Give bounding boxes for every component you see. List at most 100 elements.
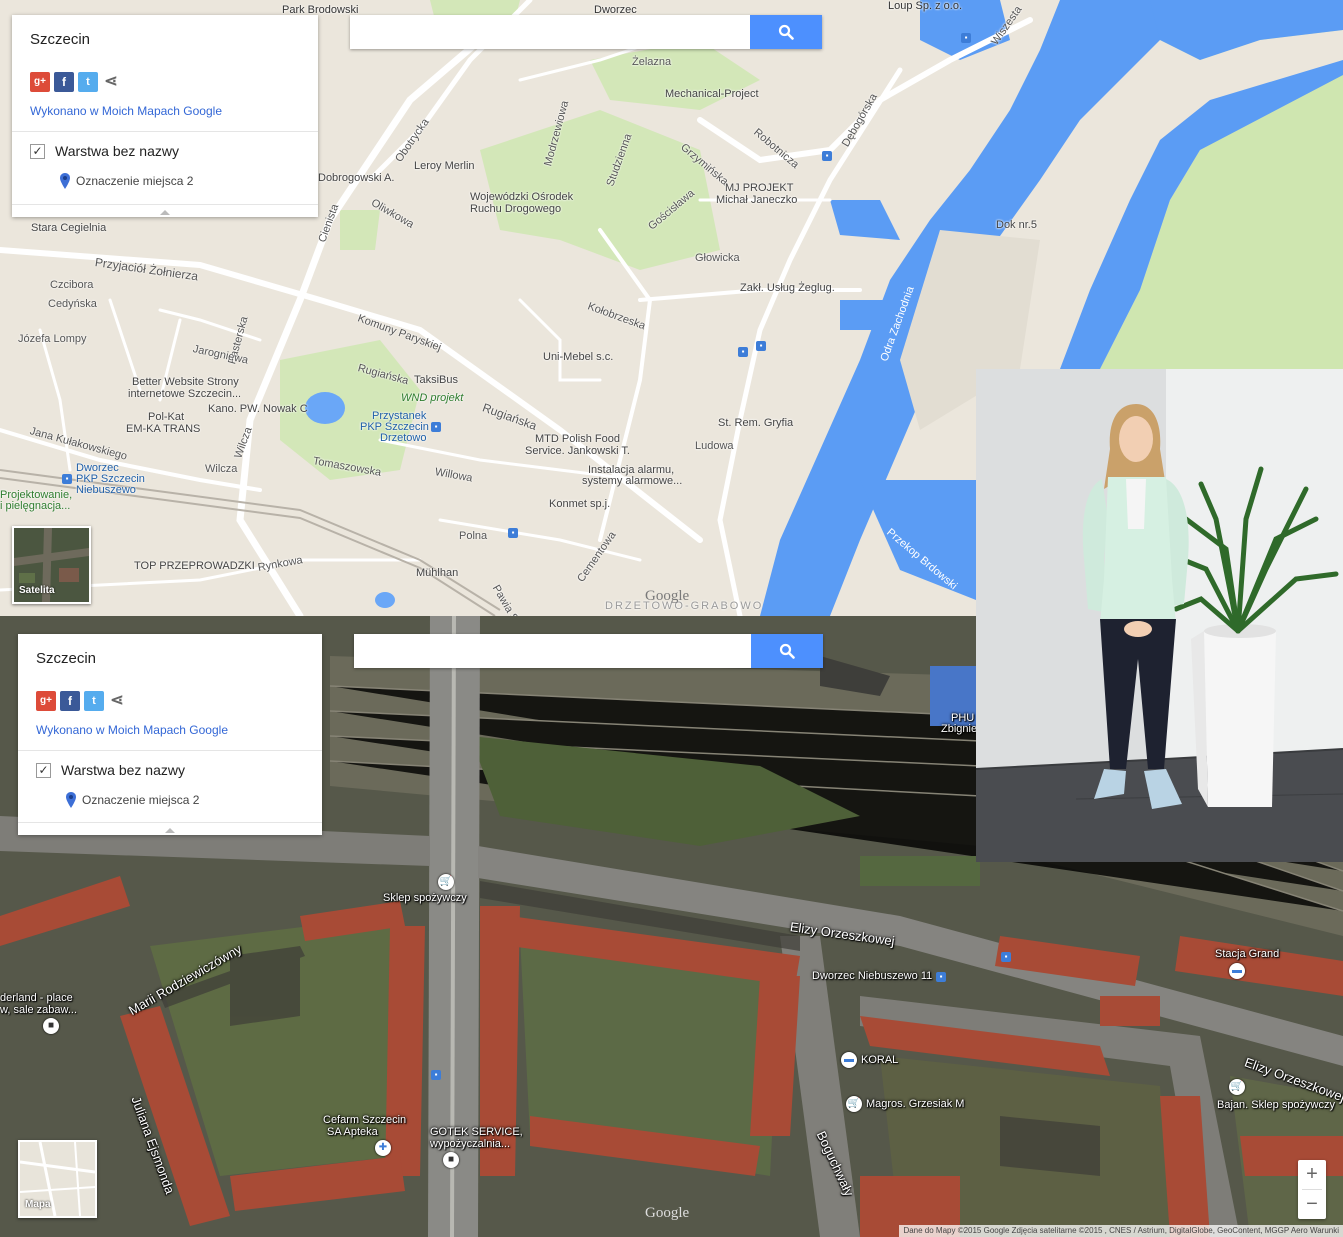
share-icon[interactable]: ⋖ bbox=[102, 72, 120, 92]
label-instalacja-2: systemy alarmowe... bbox=[582, 475, 683, 487]
sat-label-wonderland-2: w, sale zabaw... bbox=[0, 1004, 78, 1016]
label-projektowanie-2: i pielęgnacja... bbox=[0, 500, 71, 512]
hotel-icon[interactable]: ▬ bbox=[1229, 963, 1245, 979]
label-dobrogowski: Dobrogowski A. bbox=[318, 172, 395, 184]
label-glowicka: Głowicka bbox=[695, 252, 740, 264]
map-attribution[interactable]: Dane do Mapy ©2015 Google Zdjęcia sateli… bbox=[899, 1225, 1343, 1237]
place-icon[interactable]: ■ bbox=[443, 1152, 459, 1168]
twitter-button[interactable]: t bbox=[78, 72, 98, 92]
sat-label-gotek-2: wypożyczalnia... bbox=[430, 1138, 511, 1150]
my-maps-panel: Szczecin g+ f t ⋖ Wykonano w Moich Mapac… bbox=[12, 15, 318, 217]
shop-icon[interactable]: 🛒 bbox=[1229, 1079, 1245, 1095]
sat-label-cefarm-2: SA Apteka bbox=[327, 1126, 378, 1138]
shop-icon[interactable]: 🛒 bbox=[846, 1096, 862, 1112]
label-michal-janeczko: Michał Janeczko bbox=[716, 194, 798, 206]
search-button[interactable] bbox=[751, 634, 823, 668]
placemark-label: Oznaczenie miejsca 2 bbox=[82, 793, 200, 807]
label-jozefa-lompy: Józefa Lompy bbox=[18, 333, 87, 345]
label-czcibora: Czcibora bbox=[50, 279, 94, 291]
search-input[interactable] bbox=[350, 15, 750, 49]
transit-icon: ▪ bbox=[1001, 952, 1011, 962]
layer-name: Warstwa bez nazwy bbox=[55, 143, 179, 159]
transit-icon: ▪ bbox=[508, 528, 518, 538]
sat-label-gotek-1: GOTEK SERVICE, bbox=[430, 1126, 523, 1138]
map-title: Szczecin bbox=[30, 31, 91, 48]
google-plus-button[interactable]: g+ bbox=[36, 691, 56, 711]
placemark-item[interactable]: Oznaczenie miejsca 2 bbox=[66, 792, 199, 808]
map-label: Mapa bbox=[25, 1199, 51, 1210]
label-leroy-merlin: Leroy Merlin bbox=[414, 160, 475, 172]
made-with-my-maps-link[interactable]: Wykonano w Moich Mapach Google bbox=[36, 723, 228, 737]
zoom-in-button[interactable]: + bbox=[1298, 1160, 1326, 1189]
label-kano: Kano. PW. Nowak C bbox=[208, 403, 308, 415]
checkbox-icon[interactable]: ✓ bbox=[36, 762, 51, 778]
hotel-icon[interactable]: ▬ bbox=[841, 1052, 857, 1068]
my-maps-panel-satellite: Szczecin g+ f t ⋖ Wykonano w Moich Mapac… bbox=[18, 634, 322, 835]
label-dok: Dok nr.5 bbox=[996, 219, 1037, 231]
checkbox-icon[interactable]: ✓ bbox=[30, 143, 45, 159]
label-better-2: internetowe Szczecin... bbox=[128, 388, 242, 400]
collapse-icon[interactable] bbox=[160, 210, 170, 215]
facebook-button[interactable]: f bbox=[54, 72, 74, 92]
layer-row[interactable]: ✓ Warstwa bez nazwy bbox=[36, 762, 185, 778]
search-icon bbox=[778, 24, 794, 40]
sat-label-phu-2: Zbignie bbox=[941, 723, 978, 735]
zoom-control: + − bbox=[1298, 1160, 1326, 1219]
google-logo: Google bbox=[645, 1205, 690, 1221]
label-wnd-projekt: WND projekt bbox=[401, 392, 464, 404]
transit-icon: ▪ bbox=[62, 474, 72, 484]
label-mj-projekt: MJ PROJEKT bbox=[725, 182, 794, 194]
made-with-my-maps-link[interactable]: Wykonano w Moich Mapach Google bbox=[30, 104, 222, 118]
label-konmet: Konmet sp.j. bbox=[549, 498, 611, 510]
sat-label-koral: KORAL bbox=[861, 1054, 899, 1066]
share-bar: g+ f t ⋖ bbox=[30, 72, 120, 92]
placemark-pin-icon bbox=[60, 173, 70, 189]
search-input[interactable] bbox=[354, 634, 751, 668]
label-cedynska: Cedyńska bbox=[48, 298, 97, 310]
share-bar: g+ f t ⋖ bbox=[36, 691, 126, 711]
label-ludowa: Ludowa bbox=[695, 440, 734, 452]
search-box bbox=[350, 15, 822, 49]
label-loup: Loup Sp. z o.o. bbox=[888, 0, 962, 12]
label-pol-kat: Pol-Kat bbox=[148, 411, 185, 423]
share-icon[interactable]: ⋖ bbox=[108, 691, 126, 711]
sat-label-stacja: Stacja Grand bbox=[1215, 948, 1280, 960]
placemark-label: Oznaczenie miejsca 2 bbox=[76, 174, 194, 188]
facebook-button[interactable]: f bbox=[60, 691, 80, 711]
sat-label-bajan: Bajan. Sklep spożywczy bbox=[1217, 1099, 1335, 1111]
place-icon[interactable]: ■ bbox=[43, 1018, 59, 1034]
label-przystanek-3: Drzetowo bbox=[380, 432, 427, 444]
label-zelazna: Żelazna bbox=[632, 56, 672, 68]
google-logo: Google bbox=[645, 588, 690, 604]
label-osrodek-2: Ruchu Drogowego bbox=[470, 203, 562, 215]
portrait-photo-image bbox=[976, 369, 1343, 862]
search-button[interactable] bbox=[750, 15, 822, 49]
transit-icon: ▪ bbox=[756, 341, 766, 351]
shop-icon[interactable]: 🛒 bbox=[438, 874, 454, 890]
label-gryfia: St. Rem. Gryfia bbox=[718, 417, 794, 429]
placemark-item[interactable]: Oznaczenie miejsca 2 bbox=[60, 173, 193, 189]
label-mtd-1: MTD Polish Food bbox=[535, 433, 620, 445]
transit-icon: ▪ bbox=[822, 151, 832, 161]
panel-divider bbox=[18, 750, 322, 751]
satellite-toggle[interactable]: Satelita bbox=[12, 526, 91, 604]
placemark-pin-icon bbox=[66, 792, 76, 808]
pharmacy-icon[interactable]: ✚ bbox=[375, 1140, 391, 1156]
label-uni-mebel: Uni-Mebel s.c. bbox=[543, 351, 614, 363]
twitter-button[interactable]: t bbox=[84, 691, 104, 711]
search-box bbox=[354, 634, 823, 668]
layer-row[interactable]: ✓ Warstwa bez nazwy bbox=[30, 143, 179, 159]
zoom-out-button[interactable]: − bbox=[1298, 1190, 1326, 1219]
sat-label-dworzec: Dworzec Niebuszewo 11 bbox=[812, 970, 933, 982]
portrait-photo bbox=[976, 369, 1343, 862]
map-toggle[interactable]: Mapa bbox=[18, 1140, 97, 1218]
google-plus-button[interactable]: g+ bbox=[30, 72, 50, 92]
label-muhlhan: Mühlhan bbox=[416, 567, 459, 579]
collapse-icon[interactable] bbox=[165, 828, 175, 833]
transit-icon: ▪ bbox=[738, 347, 748, 357]
label-top-przeprowadzki: TOP PRZEPROWADZKI bbox=[134, 560, 255, 572]
satellite-label: Satelita bbox=[19, 585, 55, 596]
transit-icon: ▪ bbox=[431, 422, 441, 432]
label-taksibus: TaksiBus bbox=[414, 374, 459, 386]
label-polna: Polna bbox=[459, 530, 488, 542]
